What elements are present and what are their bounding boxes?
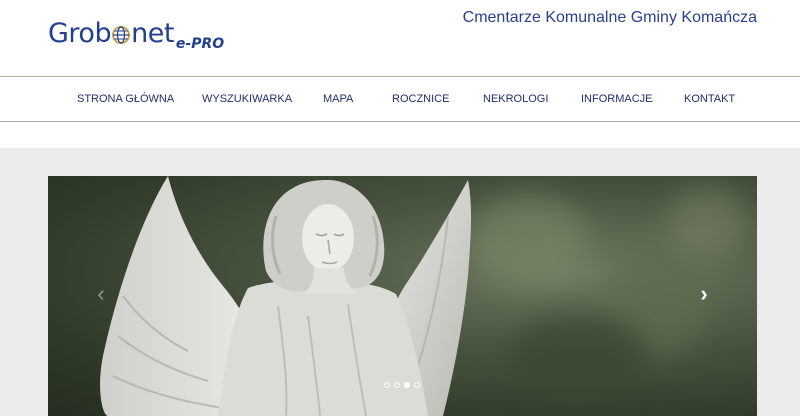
site-header: Grob net e-PRO Cmentarze Komunalne Gminy…	[0, 0, 800, 76]
main-navigation: STRONA GŁÓWNA WYSZUKIWARKA MAPA ROCZNICE…	[0, 77, 800, 121]
nav-item-wyszukiwarka[interactable]: WYSZUKIWARKA	[202, 77, 292, 121]
slider-prev-arrow[interactable]: ‹	[91, 281, 111, 307]
slider-next-arrow[interactable]: ›	[694, 281, 714, 307]
chevron-right-icon: ›	[700, 281, 708, 306]
slider-dot-4[interactable]	[414, 382, 420, 388]
grobonet-logo[interactable]: Grob net e-PRO	[48, 10, 225, 52]
logo-subtitle: e-PRO	[175, 36, 225, 52]
nav-bottom-divider	[0, 121, 800, 122]
globe-icon	[112, 26, 131, 44]
logo-wordmark: Grob net	[48, 18, 174, 49]
nav-item-nekrologi[interactable]: NEKROLOGI	[483, 77, 548, 121]
slider-dot-2[interactable]	[394, 382, 400, 388]
slider-dot-1[interactable]	[384, 382, 390, 388]
slider-pagination	[384, 382, 420, 388]
nav-item-strona-glowna[interactable]: STRONA GŁÓWNA	[77, 77, 174, 121]
nav-item-mapa[interactable]: MAPA	[323, 77, 353, 121]
chevron-left-icon: ‹	[97, 281, 105, 306]
nav-item-informacje[interactable]: INFORMACJE	[581, 77, 653, 121]
nav-item-rocznice[interactable]: ROCZNICE	[392, 77, 449, 121]
image-slider	[48, 176, 757, 416]
slider-dot-3[interactable]	[404, 382, 410, 388]
site-title: Cmentarze Komunalne Gminy Komańcza	[462, 9, 757, 26]
angel-statue-image	[100, 176, 472, 416]
nav-item-kontakt[interactable]: KONTAKT	[684, 77, 735, 121]
